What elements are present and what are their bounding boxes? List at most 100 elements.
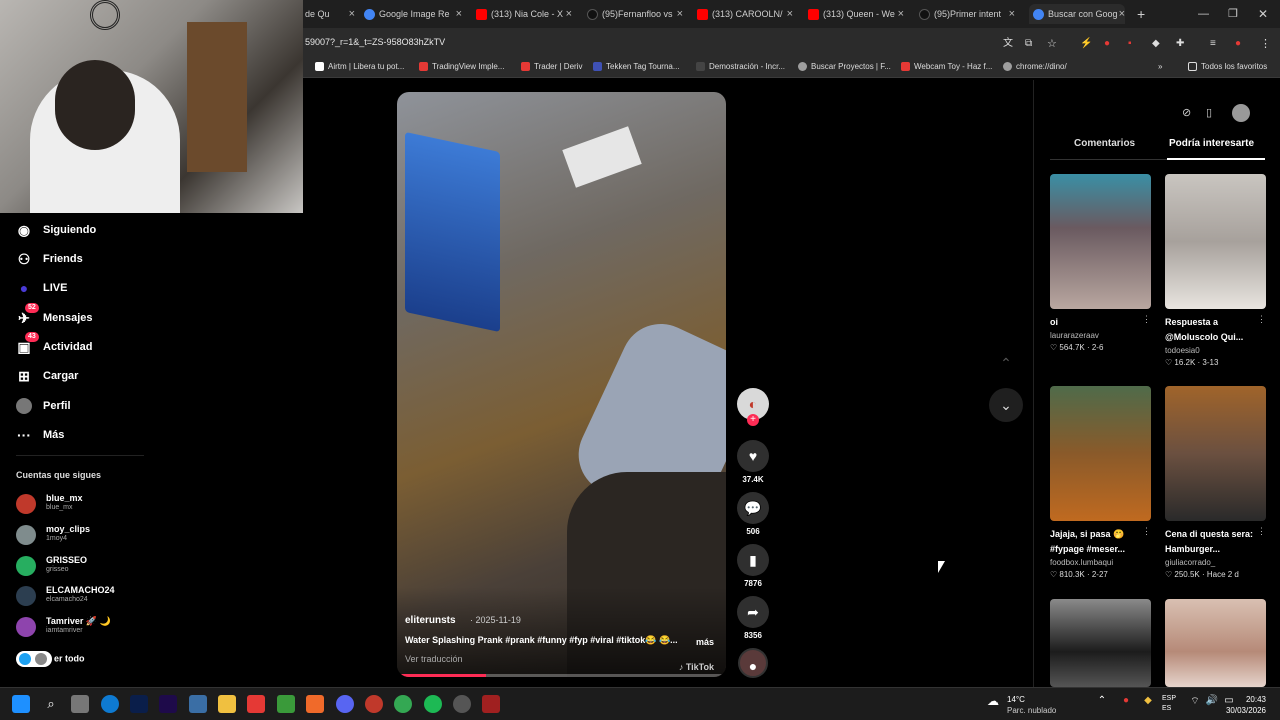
- wifi-icon[interactable]: ⌔: [1186, 695, 1204, 713]
- tray-icon[interactable]: ◆: [1139, 695, 1157, 713]
- browser-tab[interactable]: (95)Fernanfloo vs ×: [587, 4, 683, 24]
- discord-icon[interactable]: [336, 695, 354, 713]
- close-icon[interactable]: ×: [456, 4, 462, 24]
- bookmark-item[interactable]: Buscar Proyectos | F...: [798, 62, 891, 72]
- search-icon[interactable]: ⌕: [42, 695, 60, 713]
- all-bookmarks-folder[interactable]: Todos los favoritos: [1188, 62, 1267, 72]
- save-button[interactable]: ▮ 7876: [736, 544, 770, 588]
- share-button[interactable]: ➦ 8356: [736, 596, 770, 640]
- card-author[interactable]: foodbox.lumbaqui: [1050, 558, 1151, 567]
- language-indicator[interactable]: ESP ES: [1162, 694, 1176, 714]
- premiere-icon[interactable]: [159, 695, 177, 713]
- close-icon[interactable]: ×: [677, 4, 683, 24]
- browser-tab[interactable]: (313) CAROOLN/ ×: [697, 4, 793, 24]
- browser-tab[interactable]: Buscar con Goog ×: [1029, 4, 1125, 24]
- app-icon[interactable]: [71, 695, 89, 713]
- card-author[interactable]: todoesia0: [1165, 346, 1266, 355]
- extension-icon[interactable]: ▪: [1128, 34, 1132, 54]
- bookmark-item[interactable]: TradingView Imple...: [419, 62, 504, 72]
- minimize-button[interactable]: —: [1198, 4, 1209, 24]
- phone-icon[interactable]: ▯: [1206, 106, 1212, 119]
- next-video-chevron-down-icon[interactable]: ⌄: [989, 388, 1023, 422]
- store-icon[interactable]: [189, 695, 207, 713]
- user-avatar[interactable]: [1232, 104, 1250, 122]
- video-card[interactable]: oi ⋮ laurarazeraav ♡ 564.7K · 2-6: [1050, 174, 1151, 352]
- previous-video-chevron-up-icon[interactable]: ⌃: [989, 346, 1023, 380]
- extension-icon[interactable]: ⚡: [1080, 34, 1092, 54]
- spotify-icon[interactable]: [424, 695, 442, 713]
- close-icon[interactable]: ×: [1009, 4, 1015, 24]
- caption-more-link[interactable]: más: [696, 637, 714, 647]
- video-thumbnail[interactable]: [1050, 599, 1151, 687]
- video-thumbnail[interactable]: [1050, 174, 1151, 309]
- video-author[interactable]: eliterunsts: [405, 615, 456, 626]
- bookmark-item[interactable]: Airtm | Libera tu pot...: [315, 62, 404, 72]
- card-menu-icon[interactable]: ⋮: [1257, 314, 1266, 325]
- translate-icon[interactable]: 文: [1003, 34, 1013, 54]
- creator-avatar-button[interactable]: ◐ +: [736, 388, 770, 426]
- browser-tab[interactable]: Google Image Re ×: [364, 4, 462, 24]
- video-card[interactable]: Cena di questa sera: Hamburger... ⋮ giul…: [1165, 386, 1266, 579]
- app-icon[interactable]: [365, 695, 383, 713]
- extension-icon[interactable]: ●: [1104, 34, 1110, 54]
- bookmark-item[interactable]: Demostración - Incr...: [696, 62, 785, 72]
- browser-tab[interactable]: (95)Primer intent ×: [919, 4, 1015, 24]
- video-thumbnail[interactable]: [1165, 599, 1266, 687]
- account-item[interactable]: ELCAMACHO24 elcamacho24: [16, 583, 216, 609]
- system-clock[interactable]: 20:43 30/03/2026: [1226, 694, 1266, 716]
- install-icon[interactable]: ⧉: [1025, 34, 1032, 54]
- bookmark-item[interactable]: Trader | Deriv: [521, 62, 582, 72]
- tab-recommended[interactable]: Podría interesarte: [1169, 138, 1254, 149]
- card-menu-icon[interactable]: ⋮: [1142, 314, 1151, 325]
- video-card[interactable]: Respuesta a @Moluscolo Qui... ⋮ todoesia…: [1165, 174, 1266, 367]
- bookmark-item[interactable]: Tekken Tag Tourna...: [593, 62, 680, 72]
- brave-icon[interactable]: [306, 695, 324, 713]
- video-thumbnail[interactable]: [1050, 386, 1151, 521]
- account-item[interactable]: Tamriver 🚀 🌙 iamtamriver: [16, 614, 216, 640]
- comment-button[interactable]: 💬 506: [736, 492, 770, 536]
- close-icon[interactable]: ×: [349, 4, 355, 24]
- bookmarks-overflow-icon[interactable]: »: [1158, 62, 1162, 71]
- video-card[interactable]: [1050, 599, 1151, 687]
- account-item[interactable]: GRISSEO grisseo: [16, 553, 216, 579]
- close-icon[interactable]: ×: [1119, 4, 1125, 24]
- account-item[interactable]: moy_clips 1moy4: [16, 522, 216, 548]
- photoshop-icon[interactable]: [130, 695, 148, 713]
- card-author[interactable]: giuliacorrado_: [1165, 558, 1266, 567]
- close-icon[interactable]: ×: [898, 4, 904, 24]
- card-menu-icon[interactable]: ⋮: [1257, 526, 1266, 537]
- bookmark-item[interactable]: Webcam Toy - Haz f...: [901, 62, 992, 72]
- folder-icon[interactable]: [218, 695, 236, 713]
- tab-comments[interactable]: Comentarios: [1074, 138, 1135, 149]
- new-tab-button[interactable]: +: [1137, 4, 1145, 24]
- window-close-button[interactable]: ✕: [1258, 4, 1268, 24]
- sound-disc-button[interactable]: ●: [736, 648, 770, 678]
- menu-kebab-icon[interactable]: ⋮: [1260, 34, 1271, 54]
- minecraft-icon[interactable]: [277, 695, 295, 713]
- chrome-icon[interactable]: [394, 695, 412, 713]
- browser-tab[interactable]: (313) Queen - We ×: [808, 4, 904, 24]
- translate-link[interactable]: Ver traducción: [405, 654, 463, 664]
- video-card[interactable]: Jajaja, si pasa 🤭 #fypage #meser... ⋮ fo…: [1050, 386, 1151, 579]
- close-icon[interactable]: ×: [566, 4, 572, 24]
- app-icon[interactable]: [482, 695, 500, 713]
- card-menu-icon[interactable]: ⋮: [1142, 526, 1151, 537]
- edge-icon[interactable]: [101, 695, 119, 713]
- close-icon[interactable]: ×: [787, 4, 793, 24]
- url-input[interactable]: 59007?_r=1&_t=ZS-958O83hZkTV: [305, 37, 445, 47]
- video-thumbnail[interactable]: [1165, 174, 1266, 309]
- video-card[interactable]: [1165, 599, 1266, 687]
- video-thumbnail[interactable]: [1165, 386, 1266, 521]
- card-author[interactable]: laurarazeraav: [1050, 331, 1151, 340]
- tray-icon[interactable]: ●: [1117, 695, 1135, 713]
- deriv-icon[interactable]: [247, 695, 265, 713]
- account-item[interactable]: blue_mx blue_mx: [16, 491, 216, 517]
- windows-start-icon[interactable]: [12, 695, 30, 713]
- tray-chevron-icon[interactable]: ⌃: [1093, 695, 1111, 713]
- browser-tab[interactable]: (313) Nia Cole - X ×: [476, 4, 572, 24]
- bookmark-star-icon[interactable]: ☆: [1047, 34, 1057, 54]
- media-icon[interactable]: ≡: [1210, 34, 1216, 54]
- extensions-puzzle-icon[interactable]: ✚: [1176, 34, 1184, 54]
- maximize-button[interactable]: ❐: [1228, 4, 1238, 24]
- video-player[interactable]: eliterunsts · 2025-11-19 Water Splashing…: [397, 92, 726, 677]
